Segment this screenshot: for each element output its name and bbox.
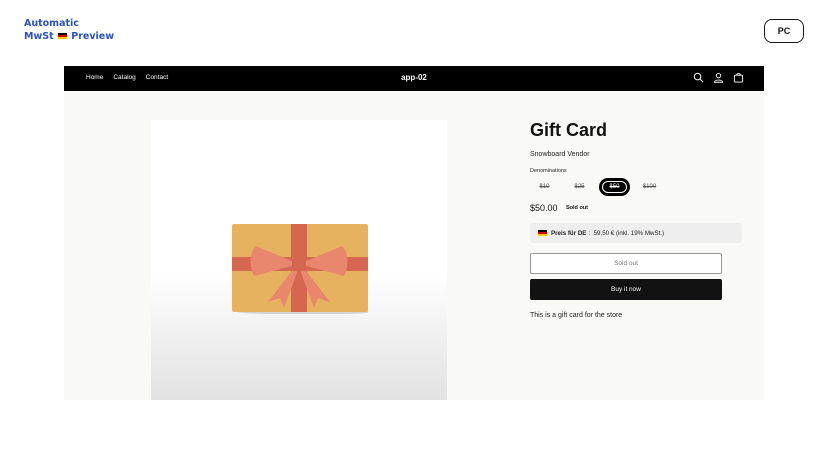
brand-text-preview: Preview: [71, 31, 115, 42]
denominations-label: Denominations: [530, 168, 567, 174]
buy-it-now-button[interactable]: Buy it now: [530, 279, 722, 300]
product-image: [151, 120, 447, 400]
brand-text-mwst: MwSt: [24, 31, 54, 42]
product-title: Gift Card: [530, 120, 608, 140]
mwst-preview-box: Preis für DE : 59,50 € (inkl. 19% MwSt.): [530, 223, 742, 243]
product-description: This is a gift card for the store: [530, 312, 623, 319]
german-flag-icon: [538, 230, 547, 236]
header-icons: [693, 72, 744, 83]
denomination-option-25[interactable]: $25: [565, 179, 594, 195]
sold-out-button[interactable]: Sold out: [530, 253, 722, 274]
brand-line-1: Automatic: [24, 18, 79, 29]
denomination-option-100[interactable]: $100: [635, 179, 664, 195]
brand-line-2: MwSt Preview: [24, 30, 114, 43]
product-vendor: Snowboard Vendor: [530, 151, 590, 158]
denomination-option-50[interactable]: $50: [600, 179, 629, 195]
store-preview-frame: Home Catalog Contact app-02 Gift Card Sn…: [64, 66, 764, 400]
sold-out-badge: Sold out: [566, 205, 588, 211]
mwst-label: Preis für DE: [551, 229, 587, 237]
mwst-value: 59,50 € (inkl. 19% MwSt.): [593, 229, 665, 237]
app-brand-logo: Automatic MwSt Preview: [24, 17, 114, 43]
store-name[interactable]: app-02: [64, 73, 764, 82]
gift-card-illustration: [232, 224, 368, 314]
pc-view-toggle[interactable]: PC: [764, 19, 804, 43]
denomination-option-10[interactable]: $10: [530, 179, 559, 195]
search-icon[interactable]: [693, 72, 704, 83]
mwst-separator: :: [588, 229, 591, 237]
product-price: $50.00: [530, 203, 558, 213]
account-icon[interactable]: [713, 72, 724, 83]
denomination-options: $10 $25 $50 $100: [530, 179, 664, 195]
cart-icon[interactable]: [733, 72, 744, 83]
store-header: Home Catalog Contact app-02: [64, 66, 764, 91]
german-flag-icon: [57, 33, 67, 39]
